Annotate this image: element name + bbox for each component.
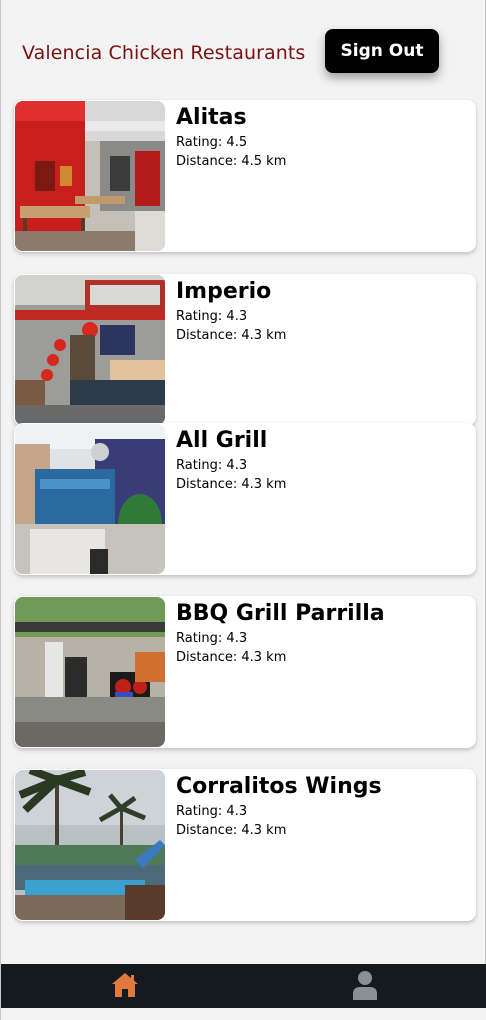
restaurant-name: Imperio: [176, 279, 272, 304]
restaurant-card[interactable]: BBQ Grill Parrilla Rating: 4.3 Distance:…: [14, 596, 476, 748]
restaurant-distance: Distance: 4.3 km: [176, 650, 287, 665]
restaurant-photo: [15, 275, 165, 425]
restaurant-name: Corralitos Wings: [176, 774, 382, 799]
restaurant-card[interactable]: Alitas Rating: 4.5 Distance: 4.5 km: [14, 100, 476, 252]
header: Valencia Chicken Restaurants Sign Out: [1, 0, 486, 100]
restaurant-rating: Rating: 4.3: [176, 804, 248, 819]
restaurant-photo-image: [15, 597, 165, 747]
restaurant-name: Alitas: [176, 105, 247, 130]
restaurant-photo: [15, 770, 165, 920]
restaurant-photo-image: [15, 275, 165, 425]
restaurant-distance: Distance: 4.3 km: [176, 477, 287, 492]
restaurant-rating: Rating: 4.5: [176, 135, 248, 150]
restaurant-distance: Distance: 4.5 km: [176, 154, 287, 169]
restaurant-photo: [15, 597, 165, 747]
home-icon: [112, 973, 138, 997]
bottom-gutter: [1, 1008, 486, 1020]
sign-out-button[interactable]: Sign Out: [325, 29, 439, 73]
page-title: Valencia Chicken Restaurants: [22, 42, 306, 64]
restaurant-photo-image: [15, 424, 165, 574]
restaurant-photo: [15, 101, 165, 251]
restaurant-rating: Rating: 4.3: [176, 631, 248, 646]
restaurant-photo: [15, 424, 165, 574]
restaurant-name: All Grill: [176, 428, 268, 453]
nav-profile-button[interactable]: [345, 968, 385, 1002]
app-screen: Valencia Chicken Restaurants Sign Out Al…: [0, 0, 486, 1020]
user-icon: [353, 971, 377, 1000]
restaurant-rating: Rating: 4.3: [176, 458, 248, 473]
restaurant-distance: Distance: 4.3 km: [176, 823, 287, 838]
restaurant-photo-image: [15, 770, 165, 920]
restaurant-card[interactable]: Imperio Rating: 4.3 Distance: 4.3 km: [14, 274, 476, 426]
nav-home-button[interactable]: [105, 968, 145, 1002]
restaurant-name: BBQ Grill Parrilla: [176, 601, 385, 626]
restaurant-photo-image: [15, 101, 165, 251]
restaurant-card[interactable]: All Grill Rating: 4.3 Distance: 4.3 km: [14, 423, 476, 575]
restaurant-rating: Rating: 4.3: [176, 309, 248, 324]
restaurant-card[interactable]: Corralitos Wings Rating: 4.3 Distance: 4…: [14, 769, 476, 921]
restaurant-distance: Distance: 4.3 km: [176, 328, 287, 343]
